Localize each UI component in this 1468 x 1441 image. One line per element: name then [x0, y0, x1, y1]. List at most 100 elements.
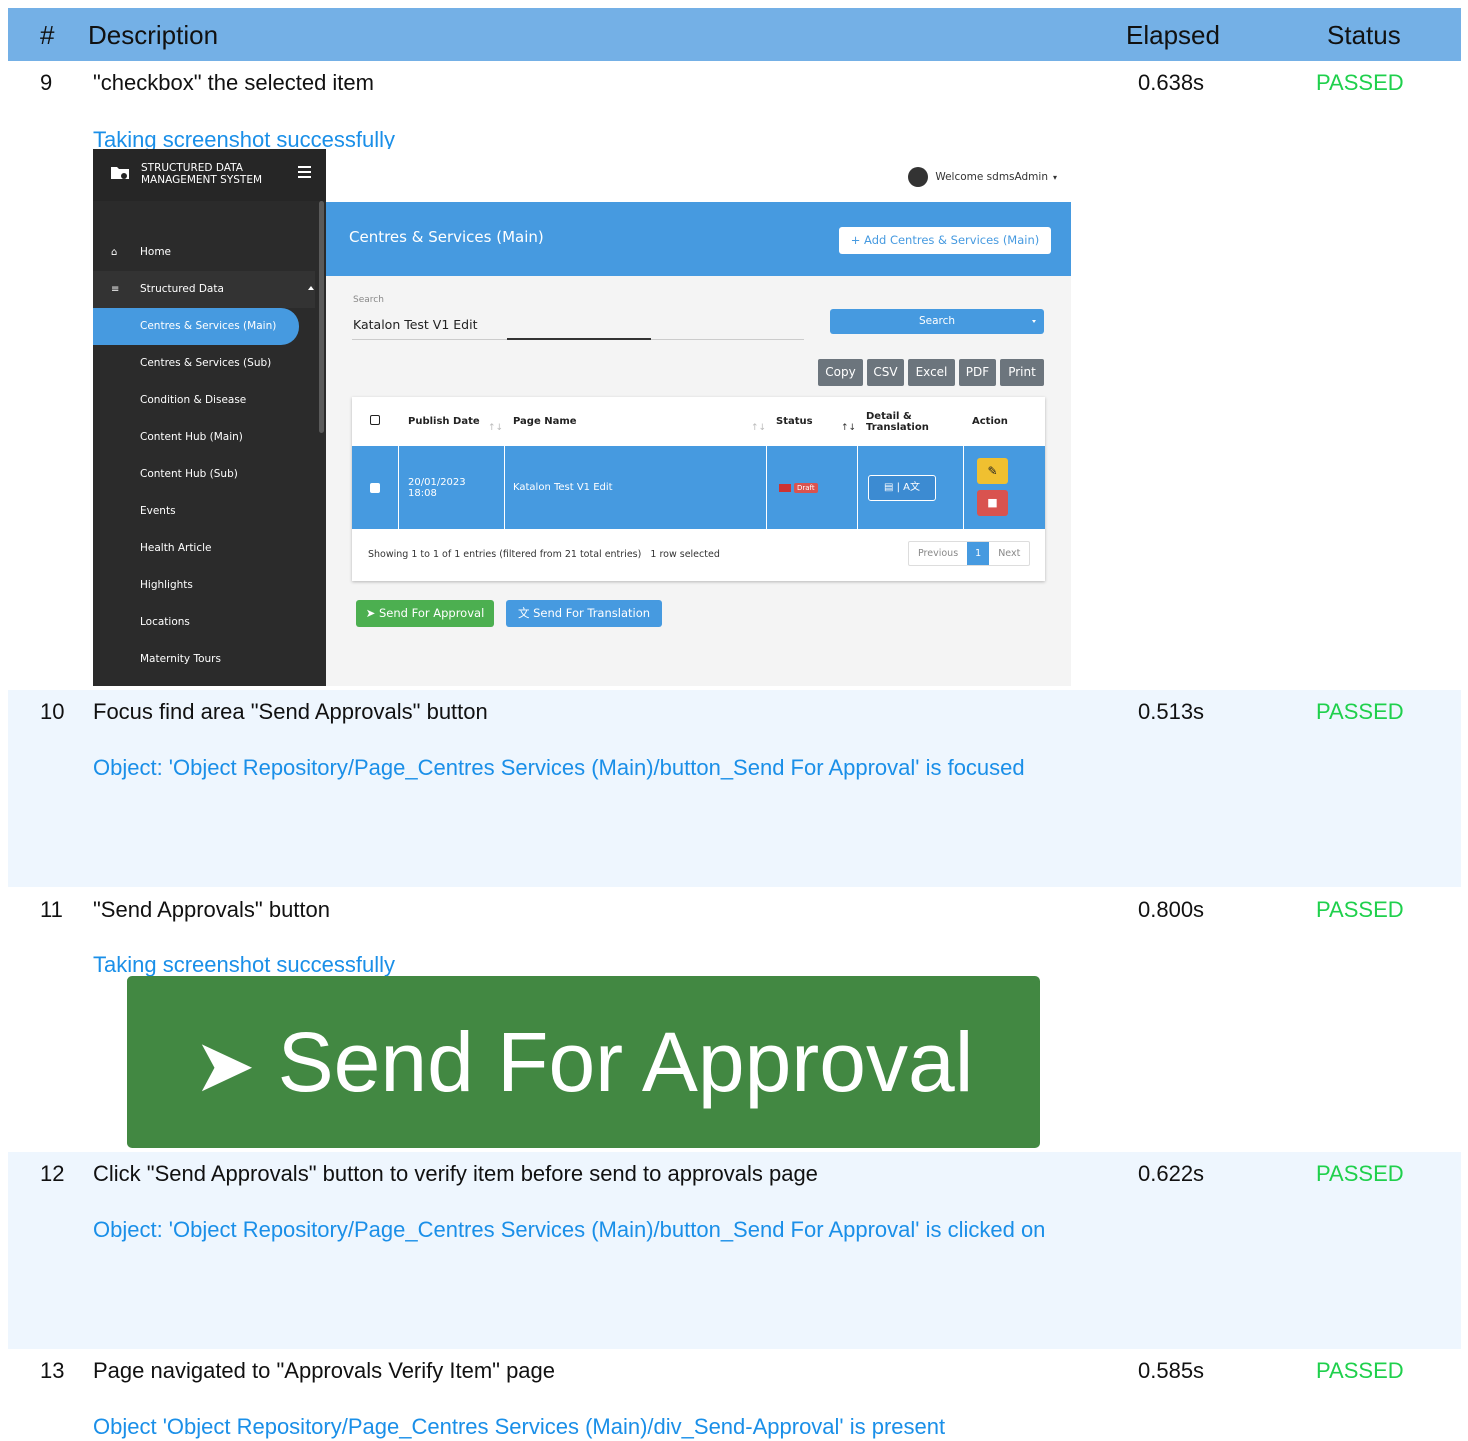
table-info: Showing 1 to 1 of 1 entries (filtered fr…	[368, 549, 720, 560]
col-num: #	[40, 20, 55, 50]
sort-icon[interactable]: ↑↓	[488, 423, 503, 433]
edit-button[interactable]: ✎	[977, 458, 1008, 484]
step-elapsed: 0.622s	[1138, 1161, 1205, 1186]
next-page-button[interactable]: Next	[989, 542, 1029, 565]
cell-detail: ▤ | A文	[858, 446, 964, 529]
status-badge: Draft	[794, 482, 818, 493]
cell-status: Draft	[767, 446, 858, 529]
step-status: PASSED	[1316, 70, 1404, 95]
step-number: 13	[40, 1358, 65, 1383]
col-elapsed: Elapsed	[1126, 20, 1220, 50]
pdf-button[interactable]: PDF	[959, 359, 996, 386]
th-page-name[interactable]: Page Name	[513, 397, 763, 446]
edit-icon: ✎	[987, 464, 998, 478]
trash-icon: ■	[987, 496, 998, 509]
copy-button[interactable]: Copy	[818, 359, 863, 386]
step-number: 11	[40, 897, 63, 922]
brand-line1: STRUCTURED DATA	[141, 162, 243, 174]
translate-icon: A文	[903, 481, 921, 493]
th-status[interactable]: Status	[776, 397, 856, 446]
search-label: Search	[353, 295, 384, 305]
step-row: 11 "Send Approvals" button 0.800s PASSED…	[8, 888, 1461, 978]
cell-page-name: Katalon Test V1 Edit	[505, 446, 767, 529]
home-icon: ⌂	[111, 247, 118, 258]
database-icon: ≡	[111, 284, 120, 295]
sidebar-scrollbar[interactable]	[319, 201, 324, 433]
caret-up-icon	[308, 286, 314, 290]
zoomed-send-approval-button: ➤ Send For Approval	[127, 976, 1040, 1148]
print-button[interactable]: Print	[1000, 359, 1044, 386]
step-status: PASSED	[1316, 897, 1404, 922]
user-menu[interactable]: Welcome sdmsAdmin ▾	[908, 167, 1057, 187]
caret-down-icon: ▾	[1052, 172, 1057, 182]
step-row: 13 Page navigated to "Approvals Verify I…	[8, 1349, 1461, 1441]
step-message: Object: 'Object Repository/Page_Centres …	[93, 755, 1025, 780]
sidebar-item-home[interactable]: ⌂ Home	[93, 234, 315, 271]
search-focus-underline	[507, 338, 651, 340]
page-1-button[interactable]: 1	[967, 542, 990, 565]
row-checkbox-cell[interactable]	[352, 446, 399, 529]
data-table: Publish Date ↑↓ Page Name ↑↓ Status ↑↓ D…	[352, 397, 1045, 581]
plus-icon: +	[850, 233, 865, 247]
report-header: # Description Elapsed Status	[8, 8, 1461, 61]
row-checkbox[interactable]	[370, 482, 380, 493]
sidebar-item-structured-data[interactable]: ≡ Structured Data	[93, 271, 315, 308]
sidebar-item-centres-main[interactable]: Centres & Services (Main)	[93, 308, 299, 345]
th-publish-date[interactable]: Publish Date	[408, 397, 498, 446]
prev-page-button[interactable]: Previous	[909, 542, 967, 565]
search-input[interactable]: Katalon Test V1 Edit	[353, 317, 478, 332]
sidebar-item-locations[interactable]: Locations	[93, 604, 315, 641]
send-translation-button[interactable]: 文 Send For Translation	[506, 600, 662, 627]
step-row: 12 Click "Send Approvals" button to veri…	[8, 1152, 1461, 1349]
table-row[interactable]: 20/01/2023 18:08 Katalon Test V1 Edit Dra…	[352, 446, 1045, 529]
hamburger-icon[interactable]	[298, 166, 311, 178]
step-status: PASSED	[1316, 1161, 1404, 1186]
brand: STRUCTURED DATA MANAGEMENT SYSTEM	[93, 149, 326, 201]
step-description: "Send Approvals" button	[93, 897, 331, 922]
step-elapsed: 0.800s	[1138, 897, 1205, 922]
step-message: Object 'Object Repository/Page_Centres S…	[93, 1414, 946, 1439]
step-message: Object: 'Object Repository/Page_Centres …	[93, 1217, 1046, 1242]
send-approval-button[interactable]: ➤ Send For Approval	[356, 600, 494, 627]
step-elapsed: 0.638s	[1138, 70, 1205, 95]
search-button[interactable]: Search	[830, 309, 1044, 334]
sidebar-item-content-hub-sub[interactable]: Content Hub (Sub)	[93, 456, 315, 493]
csv-button[interactable]: CSV	[867, 359, 904, 386]
sort-icon[interactable]: ↑↓	[751, 423, 766, 433]
sidebar-item-condition[interactable]: Condition & Disease	[93, 382, 315, 419]
paper-plane-icon: ➤	[193, 1024, 256, 1107]
sidebar-item-highlights[interactable]: Highlights	[93, 567, 315, 604]
step-status: PASSED	[1316, 699, 1404, 724]
uk-flag-icon	[779, 483, 791, 492]
select-all-checkbox[interactable]	[370, 415, 380, 425]
sidebar-item-events[interactable]: Events	[93, 493, 315, 530]
detail-translation-button[interactable]: ▤ | A文	[868, 474, 936, 501]
step-message-link[interactable]: Taking screenshot successfully	[93, 951, 1053, 979]
user-avatar-icon	[908, 167, 929, 187]
step-number: 12	[40, 1161, 65, 1186]
sidebar-item-content-hub-main[interactable]: Content Hub (Main)	[93, 419, 315, 456]
th-action: Action	[972, 416, 1008, 427]
add-button[interactable]: + Add Centres & Services (Main)	[839, 227, 1051, 254]
step-status: PASSED	[1316, 1358, 1404, 1383]
step-description: Page navigated to "Approvals Verify Item…	[93, 1358, 556, 1383]
step-description: Focus find area "Send Approvals" button	[93, 699, 488, 724]
excel-button[interactable]: Excel	[908, 359, 955, 386]
col-status: Status	[1327, 20, 1401, 50]
sidebar: STRUCTURED DATA MANAGEMENT SYSTEM ⌂ Home ≡…	[93, 149, 326, 686]
paper-plane-icon: ➤	[365, 606, 379, 620]
app-screenshot: STRUCTURED DATA MANAGEMENT SYSTEM ⌂ Home ≡…	[93, 149, 1071, 686]
sidebar-item-health-article[interactable]: Health Article	[93, 530, 315, 567]
step-number: 10	[40, 699, 65, 724]
chevron-down-icon	[1032, 320, 1036, 323]
sidebar-item-centres-sub[interactable]: Centres & Services (Sub)	[93, 345, 315, 382]
topbar: Welcome sdmsAdmin ▾	[326, 149, 1071, 202]
step-number: 9	[40, 70, 53, 95]
delete-button[interactable]: ■	[977, 490, 1008, 516]
step-description: "checkbox" the selected item	[93, 70, 374, 95]
col-description: Description	[88, 20, 219, 50]
sidebar-item-maternity[interactable]: Maternity Tours	[93, 641, 315, 678]
step-elapsed: 0.513s	[1138, 699, 1205, 724]
sort-icon[interactable]: ↑↓	[841, 423, 856, 433]
page-title: Centres & Services (Main)	[349, 228, 544, 246]
